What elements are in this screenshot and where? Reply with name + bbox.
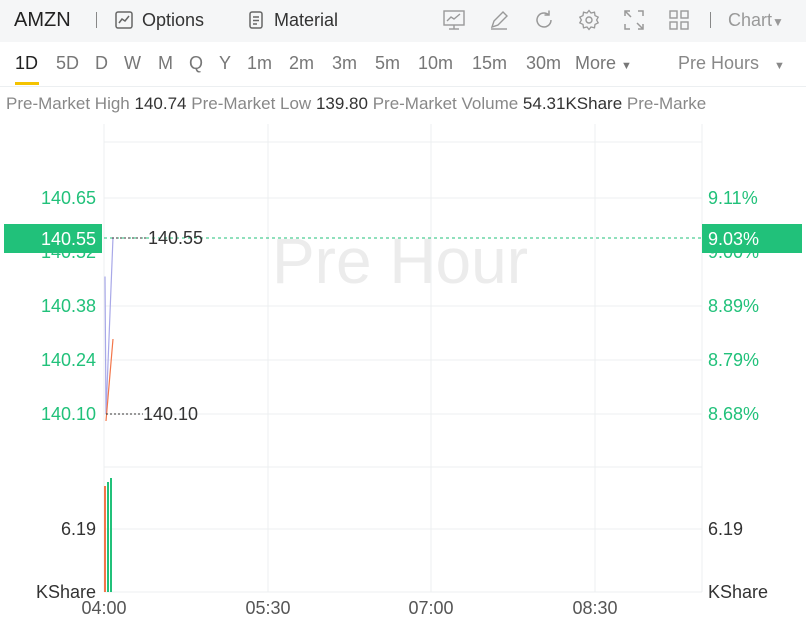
price-tick: 140.24 (41, 350, 96, 370)
period-M[interactable]: M (158, 53, 173, 74)
volume-bars (104, 478, 112, 592)
period-D[interactable]: D (95, 53, 108, 74)
pre-market-stats: Pre-Market High 140.74 Pre-Market Low 13… (6, 94, 806, 114)
caret-down-icon: ▼ (772, 15, 784, 29)
time-tick: 08:30 (572, 598, 617, 617)
chart-type-label: Chart (728, 10, 773, 30)
period-Q[interactable]: Q (189, 53, 203, 74)
volume-bar (104, 486, 106, 592)
period-15m[interactable]: 15m (472, 53, 507, 74)
current-pct-tag-text: 9.03% (708, 229, 759, 249)
active-period-underline (15, 82, 39, 85)
grid-lines (103, 124, 703, 593)
period-1m[interactable]: 1m (247, 53, 272, 74)
options-chart-icon (115, 11, 133, 29)
pre-market-volume-value: 54.31KShare (522, 94, 623, 113)
pct-tick: 8.89% (708, 296, 759, 316)
caret-down-icon: ▼ (774, 60, 785, 72)
material-label: Material (274, 9, 339, 30)
refresh-icon[interactable] (532, 8, 556, 32)
pre-market-overflow-label: Pre-Marke (626, 94, 707, 113)
session-label: Pre Hours (678, 53, 760, 73)
price-tick: 140.10 (41, 404, 96, 424)
caret-down-icon: ▼ (621, 60, 632, 72)
pre-market-low-label: Pre-Market Low (191, 94, 312, 113)
settings-gear-icon[interactable] (577, 8, 601, 32)
period-W[interactable]: W (124, 53, 141, 74)
period-30m[interactable]: 30m (526, 53, 561, 74)
time-tick: 05:30 (245, 598, 290, 617)
trend-chart-icon[interactable] (442, 8, 466, 32)
fullscreen-icon[interactable] (622, 8, 646, 32)
volume-unit-right: KShare (708, 582, 768, 602)
chart-type-dropdown[interactable]: Chart▼ (728, 10, 784, 31)
pct-tick: 9.11% (708, 188, 758, 208)
high-marker-label: 140.55 (148, 228, 203, 248)
volume-bar (107, 482, 109, 592)
time-tick: 07:00 (408, 598, 453, 617)
pre-market-high-label: Pre-Market High (6, 94, 130, 113)
pre-market-volume-label: Pre-Market Volume (372, 94, 519, 113)
grid-layout-icon[interactable] (667, 8, 691, 32)
toolbar-divider (710, 12, 711, 28)
volume-bar (110, 478, 112, 592)
period-1D[interactable]: 1D (15, 53, 38, 74)
price-tick: 140.38 (41, 296, 96, 316)
top-toolbar: AMZN Options Material Chart▼ (0, 0, 806, 42)
low-marker-label: 140.10 (143, 404, 198, 424)
more-periods-dropdown[interactable]: More ▼ (575, 53, 632, 74)
pct-tick: 8.68% (708, 404, 759, 424)
price-tick: 140.65 (41, 188, 96, 208)
period-5D[interactable]: 5D (56, 53, 79, 74)
period-2m[interactable]: 2m (289, 53, 314, 74)
volume-tick-left: 6.19 (61, 519, 96, 539)
more-label: More (575, 53, 617, 73)
period-Y[interactable]: Y (219, 53, 231, 74)
time-tick: 04:00 (81, 598, 126, 617)
chart-watermark: Pre Hour (272, 225, 528, 297)
document-icon (249, 11, 263, 29)
period-5m[interactable]: 5m (375, 53, 400, 74)
current-price-tag-text: 140.55 (41, 229, 96, 249)
pre-market-low-value: 139.80 (315, 94, 368, 113)
period-10m[interactable]: 10m (418, 53, 453, 74)
pre-market-high-value: 140.74 (134, 94, 187, 113)
options-label: Options (142, 9, 205, 30)
volume-tick-right: 6.19 (708, 519, 743, 539)
pct-tick: 8.79% (708, 350, 759, 370)
toolbar-divider (96, 12, 97, 28)
price-chart[interactable]: Pre Hour 140.65 140.52 140.38 140.24 140… (0, 124, 806, 617)
session-dropdown[interactable]: Pre Hours ▼ (678, 53, 785, 74)
material-button[interactable]: Material (246, 8, 338, 32)
period-selector: 1D 5D D W M Q Y 1m 2m 3m 5m 10m 15m 30m … (0, 44, 806, 87)
period-3m[interactable]: 3m (332, 53, 357, 74)
ticker-symbol: AMZN (14, 9, 71, 31)
options-button[interactable]: Options (114, 8, 204, 32)
draw-pen-icon[interactable] (487, 8, 511, 32)
